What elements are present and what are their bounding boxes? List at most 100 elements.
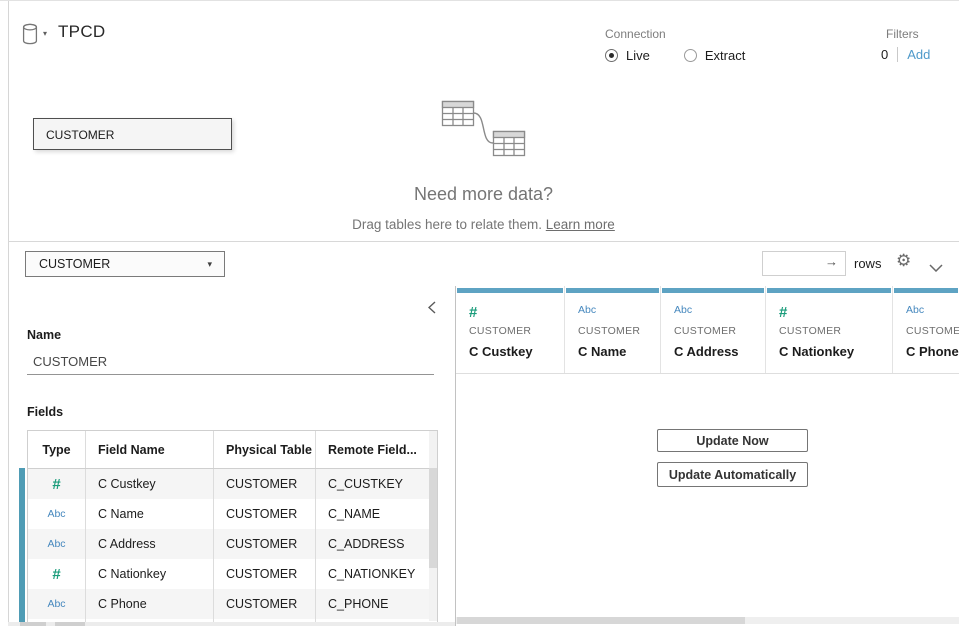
rows-count-box: →	[762, 251, 846, 276]
canvas-table-node-customer[interactable]: CUSTOMER	[33, 118, 232, 150]
remote-field-cell: C_NAME	[316, 499, 437, 529]
string-type-icon: Abc	[906, 304, 924, 316]
filters-label: Filters	[886, 27, 930, 41]
column-field-name: C Address	[674, 344, 739, 359]
field-name-cell: C Custkey	[86, 469, 214, 499]
fields-metadata-table: Type Field Name Physical Table Remote Fi…	[27, 430, 438, 626]
physical-table-cell: CUSTOMER	[214, 559, 316, 589]
table-name-field[interactable]	[27, 349, 434, 375]
physical-table-cell: CUSTOMER	[214, 469, 316, 499]
fields-table-header-row: Type Field Name Physical Table Remote Fi…	[28, 431, 437, 469]
column-field-name: C Custkey	[469, 344, 533, 359]
column-header-physical-table: Physical Table	[214, 431, 316, 468]
column-accent-bar	[767, 288, 891, 293]
remote-field-cell: C_ADDRESS	[316, 529, 437, 559]
data-grid-header: # CUSTOMER C Custkey Abc CUSTOMER C Name…	[456, 286, 959, 374]
rows-label: rows	[854, 256, 881, 271]
filters-count: 0	[881, 47, 888, 62]
radio-extract-label: Extract	[705, 48, 745, 63]
fields-label: Fields	[27, 405, 63, 419]
field-name-cell: C Name	[86, 499, 214, 529]
update-now-button[interactable]: Update Now	[657, 429, 808, 452]
field-row-c-phone[interactable]: Abc C Phone CUSTOMER C_PHONE	[28, 589, 437, 619]
table-selector-caret-icon: ▾	[207, 252, 212, 276]
grid-column-c-name[interactable]: Abc CUSTOMER C Name	[565, 286, 661, 373]
column-header-type: Type	[28, 431, 86, 468]
canvas-bottom-divider	[8, 241, 959, 242]
data-grid-horizontal-scrollbar[interactable]	[456, 617, 959, 624]
radio-live[interactable]: Live	[605, 48, 650, 63]
column-header-remote-field: Remote Field...	[316, 431, 437, 468]
field-row-c-name[interactable]: Abc C Name CUSTOMER C_NAME	[28, 499, 437, 529]
filters-add-link[interactable]: Add	[907, 47, 930, 62]
learn-more-link[interactable]: Learn more	[546, 217, 615, 232]
column-table-name: CUSTOMER	[469, 325, 531, 337]
update-automatically-button[interactable]: Update Automatically	[657, 462, 808, 487]
column-accent-bar	[566, 288, 659, 293]
column-accent-bar	[894, 288, 958, 293]
table-selector-value: CUSTOMER	[39, 257, 110, 271]
empty-state-hint: Drag tables here to relate them. Learn m…	[8, 217, 959, 232]
data-grid-scrollbar-thumb[interactable]	[457, 617, 745, 624]
datasource-title[interactable]: TPCD	[58, 22, 105, 42]
field-row-c-custkey[interactable]: # C Custkey CUSTOMER C_CUSTKEY	[28, 469, 437, 499]
remote-field-cell: C_PHONE	[316, 589, 437, 619]
empty-state-hint-text: Drag tables here to relate them.	[352, 217, 542, 232]
grid-column-c-custkey[interactable]: # CUSTOMER C Custkey	[456, 286, 565, 373]
radio-extract[interactable]: Extract	[684, 48, 745, 63]
name-label: Name	[27, 328, 61, 342]
tableau-datasource-page: ▾ TPCD Connection Live Extract Filters 0…	[0, 0, 959, 626]
column-accent-bar	[457, 288, 563, 293]
column-header-field-name: Field Name	[86, 431, 214, 468]
number-type-icon: #	[28, 559, 86, 589]
rows-go-arrow-icon[interactable]: →	[825, 254, 838, 269]
string-type-icon: Abc	[28, 499, 86, 529]
grid-column-c-nationkey[interactable]: # CUSTOMER C Nationkey	[766, 286, 893, 373]
grid-collapse-chevron-down-icon[interactable]	[929, 259, 943, 277]
grid-column-c-phone[interactable]: Abc CUSTOMER C Phone	[893, 286, 959, 373]
field-name-cell: C Address	[86, 529, 214, 559]
column-table-name: CUSTOMER	[674, 325, 736, 337]
string-type-icon: Abc	[578, 304, 596, 316]
scrollbar-segment	[20, 622, 46, 626]
physical-table-cell: CUSTOMER	[214, 589, 316, 619]
collapse-panel-chevron-left-icon[interactable]	[428, 301, 436, 319]
number-type-icon: #	[28, 469, 86, 499]
column-table-name: CUSTOMER	[578, 325, 640, 337]
string-type-icon: Abc	[28, 529, 86, 559]
table-color-strip	[19, 468, 25, 622]
relate-tables-illustration-icon	[430, 91, 530, 168]
radio-extract-circle-icon	[684, 49, 697, 62]
database-icon[interactable]	[20, 23, 40, 45]
database-dropdown-caret-icon[interactable]: ▾	[43, 29, 47, 38]
fields-table-vertical-scrollbar[interactable]	[429, 431, 437, 621]
left-panel-horizontal-scrollbar[interactable]	[8, 622, 455, 626]
column-table-name: CUSTOMER	[906, 325, 959, 337]
rows-count-input[interactable]	[765, 253, 827, 274]
string-type-icon: Abc	[674, 304, 692, 316]
radio-live-circle-icon	[605, 49, 618, 62]
filters-section: Filters 0 Add	[881, 27, 930, 62]
physical-table-cell: CUSTOMER	[214, 529, 316, 559]
filters-divider	[897, 47, 898, 62]
fields-table-scrollbar-thumb[interactable]	[429, 468, 437, 568]
grid-settings-gear-icon[interactable]: ⚙	[896, 251, 911, 271]
number-type-icon: #	[779, 304, 787, 321]
left-edge-divider	[8, 1, 9, 626]
column-accent-bar	[662, 288, 764, 293]
field-row-c-address[interactable]: Abc C Address CUSTOMER C_ADDRESS	[28, 529, 437, 559]
grid-column-c-address[interactable]: Abc CUSTOMER C Address	[661, 286, 766, 373]
string-type-icon: Abc	[28, 589, 86, 619]
remote-field-cell: C_CUSTKEY	[316, 469, 437, 499]
field-name-cell: C Phone	[86, 589, 214, 619]
radio-live-label: Live	[626, 48, 650, 63]
table-selector-dropdown[interactable]: CUSTOMER ▾	[25, 251, 225, 277]
connection-section: Connection Live Extract	[605, 27, 745, 63]
column-field-name: C Nationkey	[779, 344, 854, 359]
field-row-c-nationkey[interactable]: # C Nationkey CUSTOMER C_NATIONKEY	[28, 559, 437, 589]
column-field-name: C Phone	[906, 344, 959, 359]
number-type-icon: #	[469, 304, 477, 321]
physical-table-cell: CUSTOMER	[214, 499, 316, 529]
connection-label: Connection	[605, 27, 745, 41]
scrollbar-segment	[55, 622, 85, 626]
